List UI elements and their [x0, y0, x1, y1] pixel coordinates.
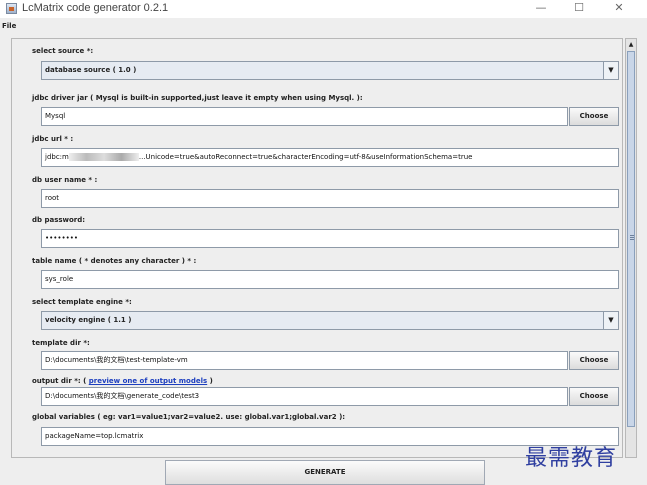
scroll-up-icon[interactable]: ▲	[627, 40, 635, 49]
user-label: db user name * :	[32, 176, 98, 184]
source-select-value: database source ( 1.0 )	[45, 66, 137, 74]
url-input[interactable]: jdbc:m ...Unicode=true&autoReconnect=true…	[41, 148, 619, 167]
url-prefix: jdbc:m	[45, 153, 69, 161]
output-label-end: )	[209, 377, 213, 385]
engine-select-value: velocity engine ( 1.1 )	[45, 316, 132, 324]
watermark-text: 最需教育	[525, 446, 618, 471]
user-input[interactable]: root	[41, 189, 619, 208]
choose-template-button[interactable]: Choose	[569, 351, 619, 370]
scroll-thumb[interactable]	[627, 51, 635, 427]
table-input[interactable]: sys_role	[41, 270, 619, 289]
minimize-button[interactable]: —	[524, 0, 558, 18]
output-label-text: output dir *: (	[32, 377, 87, 385]
choose-output-button[interactable]: Choose	[569, 387, 619, 406]
password-label: db password:	[32, 216, 86, 224]
java-app-icon	[6, 3, 17, 14]
engine-select[interactable]: velocity engine ( 1.1 ) ▼	[41, 311, 619, 330]
redacted-blur	[68, 153, 139, 161]
generate-button[interactable]: GENERATE	[165, 460, 485, 485]
source-select[interactable]: database source ( 1.0 ) ▼	[41, 61, 619, 80]
vertical-scrollbar[interactable]: ▲	[625, 38, 637, 458]
grip-icon	[630, 235, 634, 236]
title-bar: LcMatrix code generator 0.2.1 — ☐ ✕	[0, 0, 647, 18]
jar-input[interactable]: Mysql	[41, 107, 568, 126]
chevron-down-icon[interactable]: ▼	[603, 62, 618, 79]
url-suffix: ...Unicode=true&autoReconnect=true&chara…	[138, 153, 473, 161]
output-input[interactable]: D:\documents\我的文档\generate_code\test3	[41, 387, 568, 406]
password-input[interactable]: ••••••••	[41, 229, 619, 248]
table-label: table name ( * denotes any character ) *…	[32, 257, 197, 265]
engine-label: select template engine *:	[32, 298, 132, 306]
menu-bar: File	[0, 18, 647, 35]
window-title: LcMatrix code generator 0.2.1	[22, 2, 169, 14]
maximize-button[interactable]: ☐	[562, 0, 596, 18]
close-button[interactable]: ✕	[602, 0, 636, 18]
template-input[interactable]: D:\documents\我的文档\test-template-vm	[41, 351, 568, 370]
jar-label: jdbc driver jar ( Mysql is built-in supp…	[32, 94, 363, 102]
vars-label: global variables ( eg: var1=value1;var2=…	[32, 413, 346, 421]
chevron-down-icon[interactable]: ▼	[603, 312, 618, 329]
output-label: output dir *: ( preview one of output mo…	[32, 377, 213, 385]
source-label: select source *:	[32, 47, 94, 55]
url-label: jdbc url * :	[32, 135, 74, 143]
choose-jar-button[interactable]: Choose	[569, 107, 619, 126]
template-label: template dir *:	[32, 339, 90, 347]
preview-output-link[interactable]: preview one of output models	[89, 377, 207, 385]
form-panel: select source *: database source ( 1.0 )…	[11, 38, 623, 458]
menu-file[interactable]: File	[2, 22, 16, 30]
